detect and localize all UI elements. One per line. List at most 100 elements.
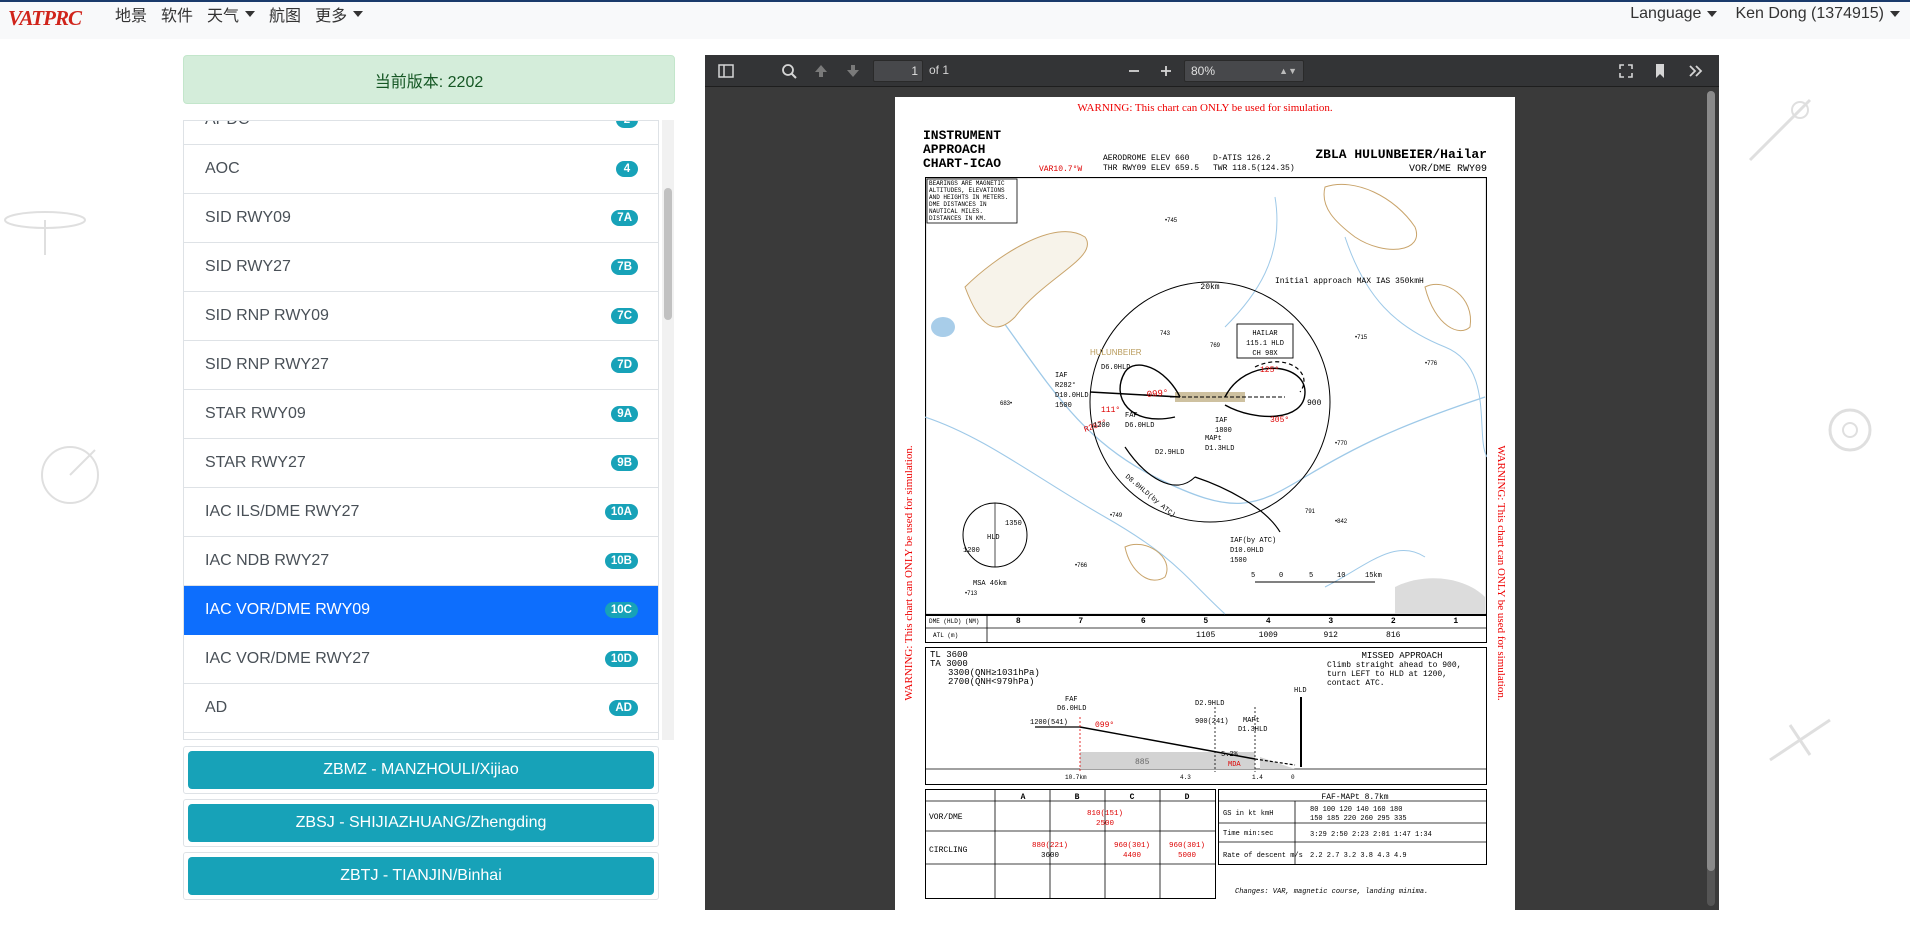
svg-text:1200: 1200 — [963, 547, 980, 555]
previous-page-icon[interactable] — [812, 62, 830, 80]
zoom-select[interactable]: 80% ▲▼ — [1184, 60, 1304, 82]
airport-procedure-name: ZBLA HULUNBEIER/Hailar VOR/DME RWY09 — [1315, 147, 1487, 175]
svg-text:5000: 5000 — [1178, 852, 1197, 860]
chevron-down-icon — [1707, 11, 1718, 17]
zoom-in-icon[interactable] — [1157, 62, 1175, 80]
dme-row-label: DME (HLD) (NM) — [929, 618, 980, 625]
nav-right: Language Ken Dong (1374915) — [1630, 2, 1900, 26]
svg-text:885: 885 — [1135, 758, 1150, 767]
chart-list-item-label: IAC NDB RWY27 — [205, 552, 330, 569]
chart-list-item[interactable]: APDC 2 — [184, 121, 658, 145]
svg-text:80 100 120 140 160 180: 80 100 120 140 160 180 — [1310, 806, 1402, 814]
chart-list-scrollbar-thumb[interactable] — [664, 188, 672, 320]
svg-text:D10.0HLD: D10.0HLD — [1230, 547, 1264, 555]
user-dropdown[interactable]: Ken Dong (1374915) — [1735, 5, 1900, 23]
atl-cell: 1009 — [1258, 631, 1278, 640]
svg-text:305°: 305° — [1270, 416, 1289, 425]
chart-number-badge: 9A — [611, 406, 638, 422]
chart-list-item-label: SID RWY09 — [205, 209, 291, 226]
background-doodle-dish-icon — [41, 446, 99, 504]
chart-list-item[interactable]: IAC NDB RWY27 10B — [184, 537, 658, 586]
svg-text:MAPt: MAPt — [1243, 717, 1260, 725]
missed-approach-text: Climb straight ahead to 900, turn LEFT t… — [1327, 661, 1462, 688]
chart-list-item[interactable]: SID RNP RWY09 7C — [184, 292, 658, 341]
svg-text:FAF: FAF — [1065, 696, 1078, 704]
warning-top: WARNING: This chart can ONLY be used for… — [1077, 102, 1333, 114]
sidebar-toggle-icon[interactable] — [717, 62, 735, 80]
chart-number-badge: 7A — [611, 210, 638, 226]
chart-list-item[interactable]: SID RWY27 7B — [184, 243, 658, 292]
chart-number-badge: 2 — [616, 121, 638, 128]
nav-item-charts[interactable]: 航图 — [269, 2, 301, 26]
nav-item-more[interactable]: 更多 — [315, 2, 364, 26]
airport-button-zbmz[interactable]: ZBMZ - MANZHOULI/Xijiao — [188, 751, 654, 789]
chart-number-badge: 9B — [611, 455, 638, 471]
svg-text:3:29 2:50 2:23 2:01 1:47 1:34: 3:29 2:50 2:23 2:01 1:47 1:34 — [1310, 831, 1432, 839]
double-chevron-right-icon[interactable] — [1687, 62, 1705, 80]
svg-text:Time min:sec: Time min:sec — [1223, 830, 1273, 838]
chart-list-item-label: IAC ILS/DME RWY27 — [205, 503, 360, 520]
language-dropdown[interactable]: Language — [1630, 5, 1718, 23]
background-doodle-plane-icon — [1769, 718, 1831, 762]
chart-list-item-label: STAR RWY09 — [205, 405, 306, 422]
airport-button-zbsj[interactable]: ZBSJ - SHIJIAZHUANG/Zhengding — [188, 804, 654, 842]
airport-button-zbtj[interactable]: ZBTJ - TIANJIN/Binhai — [188, 857, 654, 895]
svg-text:FAF: FAF — [1125, 412, 1138, 420]
svg-text:2.2 2.7 3.2 3.8 4.3 4.9: 2.2 2.7 3.2 3.8 4.3 4.9 — [1310, 852, 1407, 860]
msa-label: MSA 46km — [973, 580, 1007, 588]
magnetic-variation: VAR10.7°W — [1039, 165, 1083, 174]
svg-text:810(151): 810(151) — [1087, 810, 1123, 818]
chart-list-item[interactable]: AOC 4 — [184, 145, 658, 194]
svg-text:960(301): 960(301) — [1114, 842, 1150, 850]
background-doodle-satellite-icon — [4, 211, 86, 255]
dme-cell: 5 — [1203, 617, 1209, 626]
svg-text:R282°: R282° — [1055, 381, 1076, 390]
svg-text:GS in kt kmH: GS in kt kmH — [1223, 810, 1273, 818]
svg-text:•766: •766 — [1075, 563, 1088, 569]
chart-number-badge: 10D — [604, 651, 638, 667]
chart-list-item[interactable]: IAC ILS/DME RWY27 10A — [184, 488, 658, 537]
nav-item-weather[interactable]: 天气 — [207, 2, 256, 26]
chart-list-item[interactable]: SID RWY09 7A — [184, 194, 658, 243]
chart-list-item-label: AOC — [205, 160, 240, 177]
atl-cell: 1105 — [1196, 631, 1216, 640]
warning-left: WARNING: This chart can ONLY be used for… — [903, 445, 915, 701]
svg-text:HULUNBEIER: HULUNBEIER — [1090, 348, 1142, 357]
airport-card: ZBTJ - TIANJIN/Binhai — [183, 852, 659, 900]
brand-logo[interactable]: VATPRC — [8, 6, 82, 31]
svg-text:CIRCLING: CIRCLING — [929, 846, 968, 855]
svg-text:D: D — [1185, 793, 1190, 802]
aerodrome-elevation: AERODROME ELEV 660 — [1103, 154, 1190, 163]
svg-text:5.2%: 5.2% — [1221, 751, 1239, 759]
chart-number-badge: AD — [609, 700, 638, 716]
chart-number-badge: 10A — [604, 504, 638, 520]
nav-item-software[interactable]: 软件 — [161, 2, 193, 26]
chart-list-item[interactable]: SID RNP RWY27 7D — [184, 341, 658, 390]
chart-number-badge: 4 — [616, 161, 638, 177]
zoom-out-icon[interactable] — [1125, 62, 1143, 80]
chart-list-item[interactable]: AD AD — [184, 684, 658, 733]
dme-cell: 8 — [1015, 617, 1021, 626]
svg-text:960(301): 960(301) — [1169, 842, 1205, 850]
search-icon[interactable] — [780, 62, 798, 80]
fullscreen-icon[interactable] — [1617, 62, 1635, 80]
chart-list-item[interactable]: STAR RWY09 9A — [184, 390, 658, 439]
svg-text:Rate of descent m/s: Rate of descent m/s — [1223, 852, 1303, 860]
bookmark-icon[interactable] — [1651, 62, 1669, 80]
chart-title: INSTRUMENT APPROACH CHART-ICAO — [923, 128, 1002, 171]
svg-text:HAILAR: HAILAR — [1252, 330, 1278, 338]
svg-text:683•: 683• — [1000, 401, 1012, 407]
chart-list-item[interactable]: IAC VOR/DME RWY27 10D — [184, 635, 658, 684]
svg-text:1350: 1350 — [1005, 520, 1022, 528]
chart-list-item[interactable]: STAR RWY27 9B — [184, 439, 658, 488]
chart-list-item[interactable]: IAC VOR/DME RWY09 10C — [184, 586, 658, 635]
svg-text:900: 900 — [1307, 399, 1322, 408]
svg-text:•749: •749 — [1110, 513, 1123, 519]
changes-note: Changes: VAR, magnetic course, landing m… — [1235, 888, 1428, 896]
viewer-scrollbar-thumb[interactable] — [1707, 91, 1715, 871]
next-page-icon[interactable] — [844, 62, 862, 80]
svg-text:C: C — [1130, 793, 1135, 802]
page-number-input[interactable]: 1 — [873, 60, 923, 82]
top-navbar: VATPRC 地景 软件 天气 航图 更多 Language Ken Dong … — [0, 0, 1910, 39]
nav-item-scenery[interactable]: 地景 — [115, 2, 147, 26]
